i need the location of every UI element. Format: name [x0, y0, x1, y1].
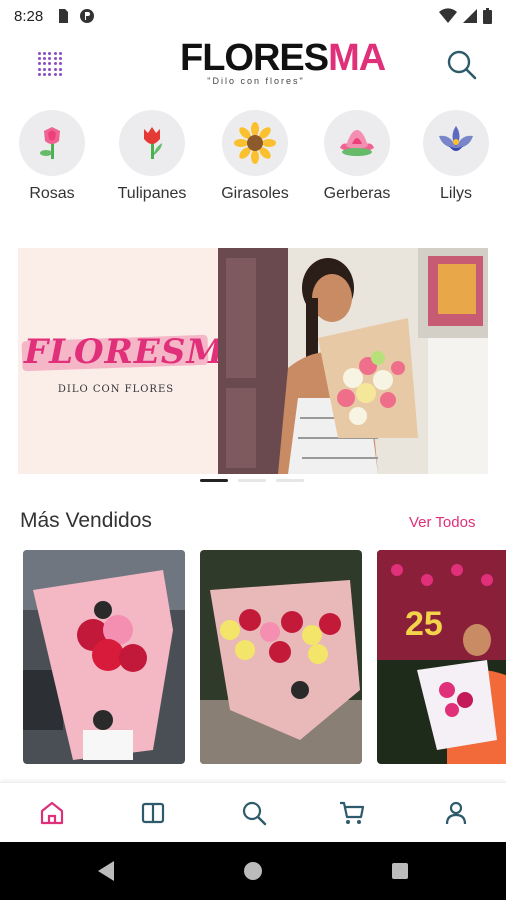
- pagination-dot[interactable]: [276, 479, 304, 482]
- search-icon[interactable]: [444, 48, 478, 82]
- category-circle: [222, 110, 288, 176]
- bottom-navigation: [0, 782, 506, 842]
- back-icon[interactable]: [94, 859, 118, 883]
- pagination-dot[interactable]: [200, 479, 228, 482]
- app-header: FLORESMA "Dilo con flores": [0, 32, 506, 96]
- status-time: 8:28: [14, 7, 44, 25]
- category-rosas[interactable]: Rosas: [7, 110, 97, 203]
- battery-icon: [483, 8, 492, 24]
- pagination-dot[interactable]: [238, 479, 266, 482]
- book-icon[interactable]: [139, 799, 167, 827]
- rose-icon: [40, 127, 60, 159]
- banner-brand-panel: FLORESMA DILO CON FLORES: [18, 248, 251, 474]
- wifi-icon: [439, 8, 457, 23]
- system-navigation-bar: [0, 842, 506, 900]
- product-card[interactable]: [23, 550, 185, 764]
- banner-brand: FLORESMA: [21, 332, 251, 372]
- svg-text:25: 25: [405, 605, 443, 643]
- product-card[interactable]: [200, 550, 362, 764]
- category-list: Rosas Tulipanes Girasoles Gerberas Lilys: [0, 110, 506, 210]
- see-all-link[interactable]: Ver Todos: [409, 514, 475, 531]
- category-circle: [19, 110, 85, 176]
- banner-pagination: [200, 479, 304, 482]
- category-label: Lilys: [439, 185, 472, 202]
- category-girasoles[interactable]: Girasoles: [210, 110, 300, 203]
- promo-banner[interactable]: FLORESMA DILO CON FLORES: [18, 248, 488, 474]
- category-label: Rosas: [29, 185, 75, 202]
- tulip-icon: [144, 127, 162, 159]
- logo-wordmark: FLORESMA: [180, 37, 386, 79]
- grid-dots-icon[interactable]: [38, 52, 62, 76]
- category-circle: [423, 110, 489, 176]
- user-icon[interactable]: [442, 799, 470, 827]
- banner-photo: [218, 248, 488, 474]
- category-lilys[interactable]: Lilys: [411, 110, 501, 203]
- category-label: Girasoles: [221, 185, 289, 202]
- recents-icon[interactable]: [388, 859, 412, 883]
- category-circle: [324, 110, 390, 176]
- best-sellers-carousel: 25: [23, 550, 506, 764]
- category-circle: [119, 110, 185, 176]
- search-icon[interactable]: [240, 799, 268, 827]
- category-label: Gerberas: [323, 185, 391, 202]
- app-notification-icon: [80, 9, 95, 23]
- sim-card-icon: [59, 9, 69, 23]
- gerbera-icon: [340, 130, 374, 156]
- status-bar: 8:28: [0, 0, 506, 32]
- home-circle-icon[interactable]: [241, 859, 265, 883]
- category-label: Tulipanes: [117, 185, 187, 202]
- cart-icon[interactable]: [338, 799, 366, 827]
- signal-icon: [463, 9, 477, 23]
- brand-logo: FLORESMA "Dilo con flores": [180, 37, 386, 86]
- best-sellers-title: Más Vendidos: [20, 509, 152, 532]
- category-tulipanes[interactable]: Tulipanes: [107, 110, 197, 203]
- lily-icon: [439, 126, 473, 151]
- sunflower-icon: [234, 122, 276, 164]
- product-card[interactable]: 25: [377, 550, 506, 764]
- banner-subtitle: DILO CON FLORES: [57, 384, 175, 395]
- category-gerberas[interactable]: Gerberas: [312, 110, 402, 203]
- status-icons: [439, 8, 492, 24]
- home-icon[interactable]: [38, 799, 66, 827]
